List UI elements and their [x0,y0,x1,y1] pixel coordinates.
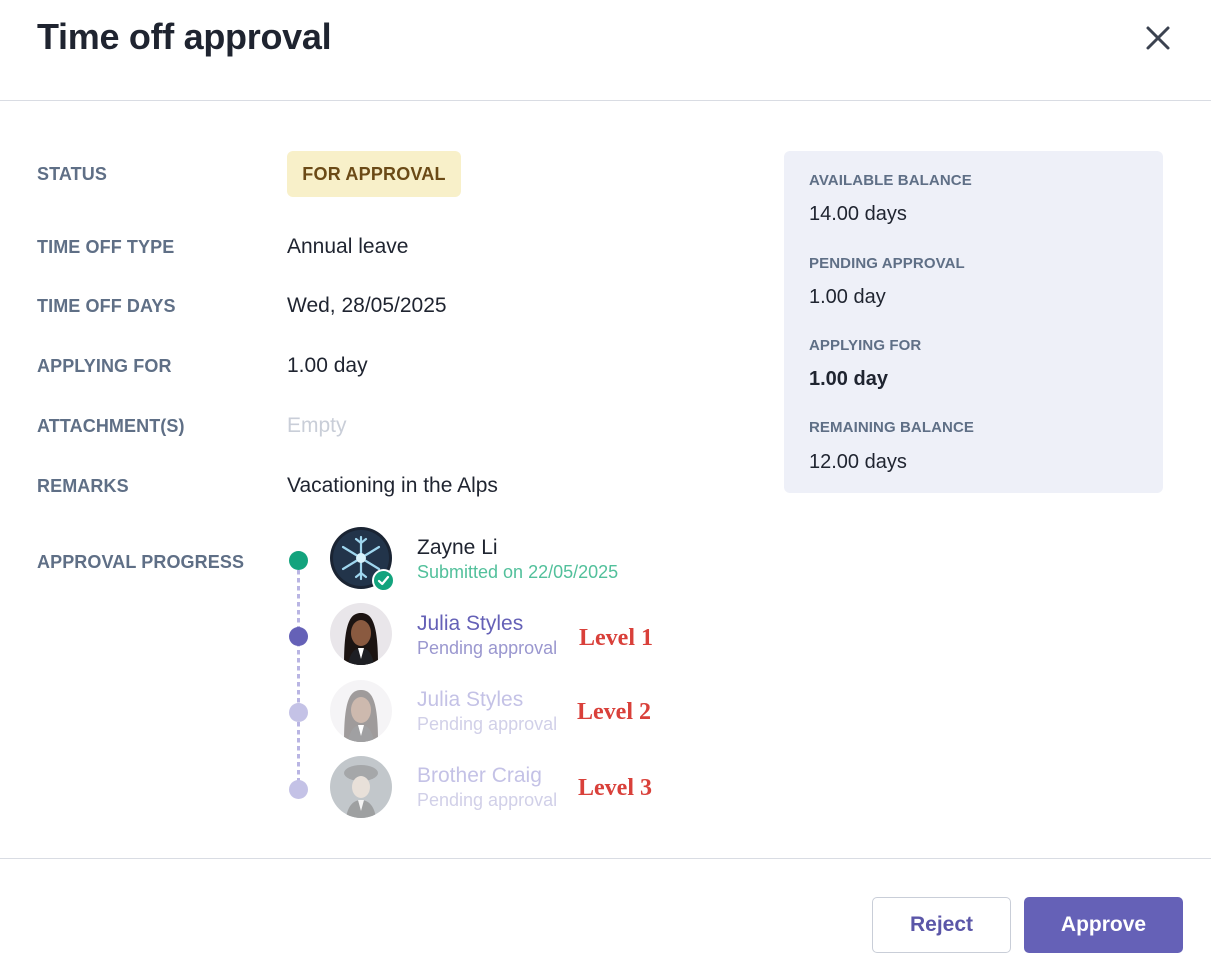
dialog-title: Time off approval [37,16,332,57]
attachments-label: ATTACHMENT(S) [37,416,185,436]
attachments-value: Empty [287,414,347,437]
time-off-type-label: TIME OFF TYPE [37,237,175,257]
level-annotation: Level 1 [579,625,653,651]
time-off-type-value: Annual leave [287,235,409,258]
approver-status: Submitted on 22/05/2025 [417,562,619,582]
timeline-dot-level-1 [289,627,308,646]
timeline-dot-submitted [289,551,308,570]
time-off-days-value: Wed, 28/05/2025 [287,294,447,317]
status-label: STATUS [37,164,107,184]
approver-name: Julia Styles [417,688,524,711]
available-balance-label: AVAILABLE BALANCE [809,172,972,189]
pending-approval-label: PENDING APPROVAL [809,255,965,272]
time-off-days-label: TIME OFF DAYS [37,296,176,316]
status-badge: FOR APPROVAL [287,151,461,197]
pending-approval-value: 1.00 day [809,286,886,308]
dialog-header: Time off approval [0,0,1211,101]
remaining-balance-value: 12.00 days [809,451,907,473]
applying-for-balance-value: 1.00 day [809,368,888,390]
level-annotation: Level 2 [577,699,651,725]
reject-button[interactable]: Reject [872,897,1011,953]
remaining-balance-label: REMAINING BALANCE [809,419,975,436]
level-annotation: Level 3 [578,775,652,801]
approval-progress-label: APPROVAL PROGRESS [37,552,245,572]
timeline-dot-level-2 [289,703,308,722]
remarks-value: Vacationing in the Alps [287,474,498,497]
avatar-julia-styles [330,603,392,665]
close-icon[interactable] [1140,20,1176,56]
approver-name: Julia Styles [417,612,524,635]
approver-status: Pending approval [417,714,558,734]
approver-status: Pending approval [417,790,558,810]
approver-name: Brother Craig [417,764,542,787]
balance-panel: AVAILABLE BALANCE 14.00 days PENDING APP… [784,151,1163,493]
approver-status: Pending approval [417,638,558,658]
avatar-brother-craig [330,756,392,818]
applying-for-balance-label: APPLYING FOR [809,337,922,354]
remarks-label: REMARKS [37,476,129,496]
applying-for-label: APPLYING FOR [37,356,172,376]
applying-for-value: 1.00 day [287,354,368,377]
approval-timeline-line [297,562,300,790]
approve-button[interactable]: Approve [1024,897,1183,953]
avatar-julia-styles [330,680,392,742]
footer-divider [0,858,1211,859]
available-balance-value: 14.00 days [809,203,907,225]
submitted-check-icon [372,569,395,592]
approver-name: Zayne Li [417,536,498,559]
timeline-dot-level-3 [289,780,308,799]
